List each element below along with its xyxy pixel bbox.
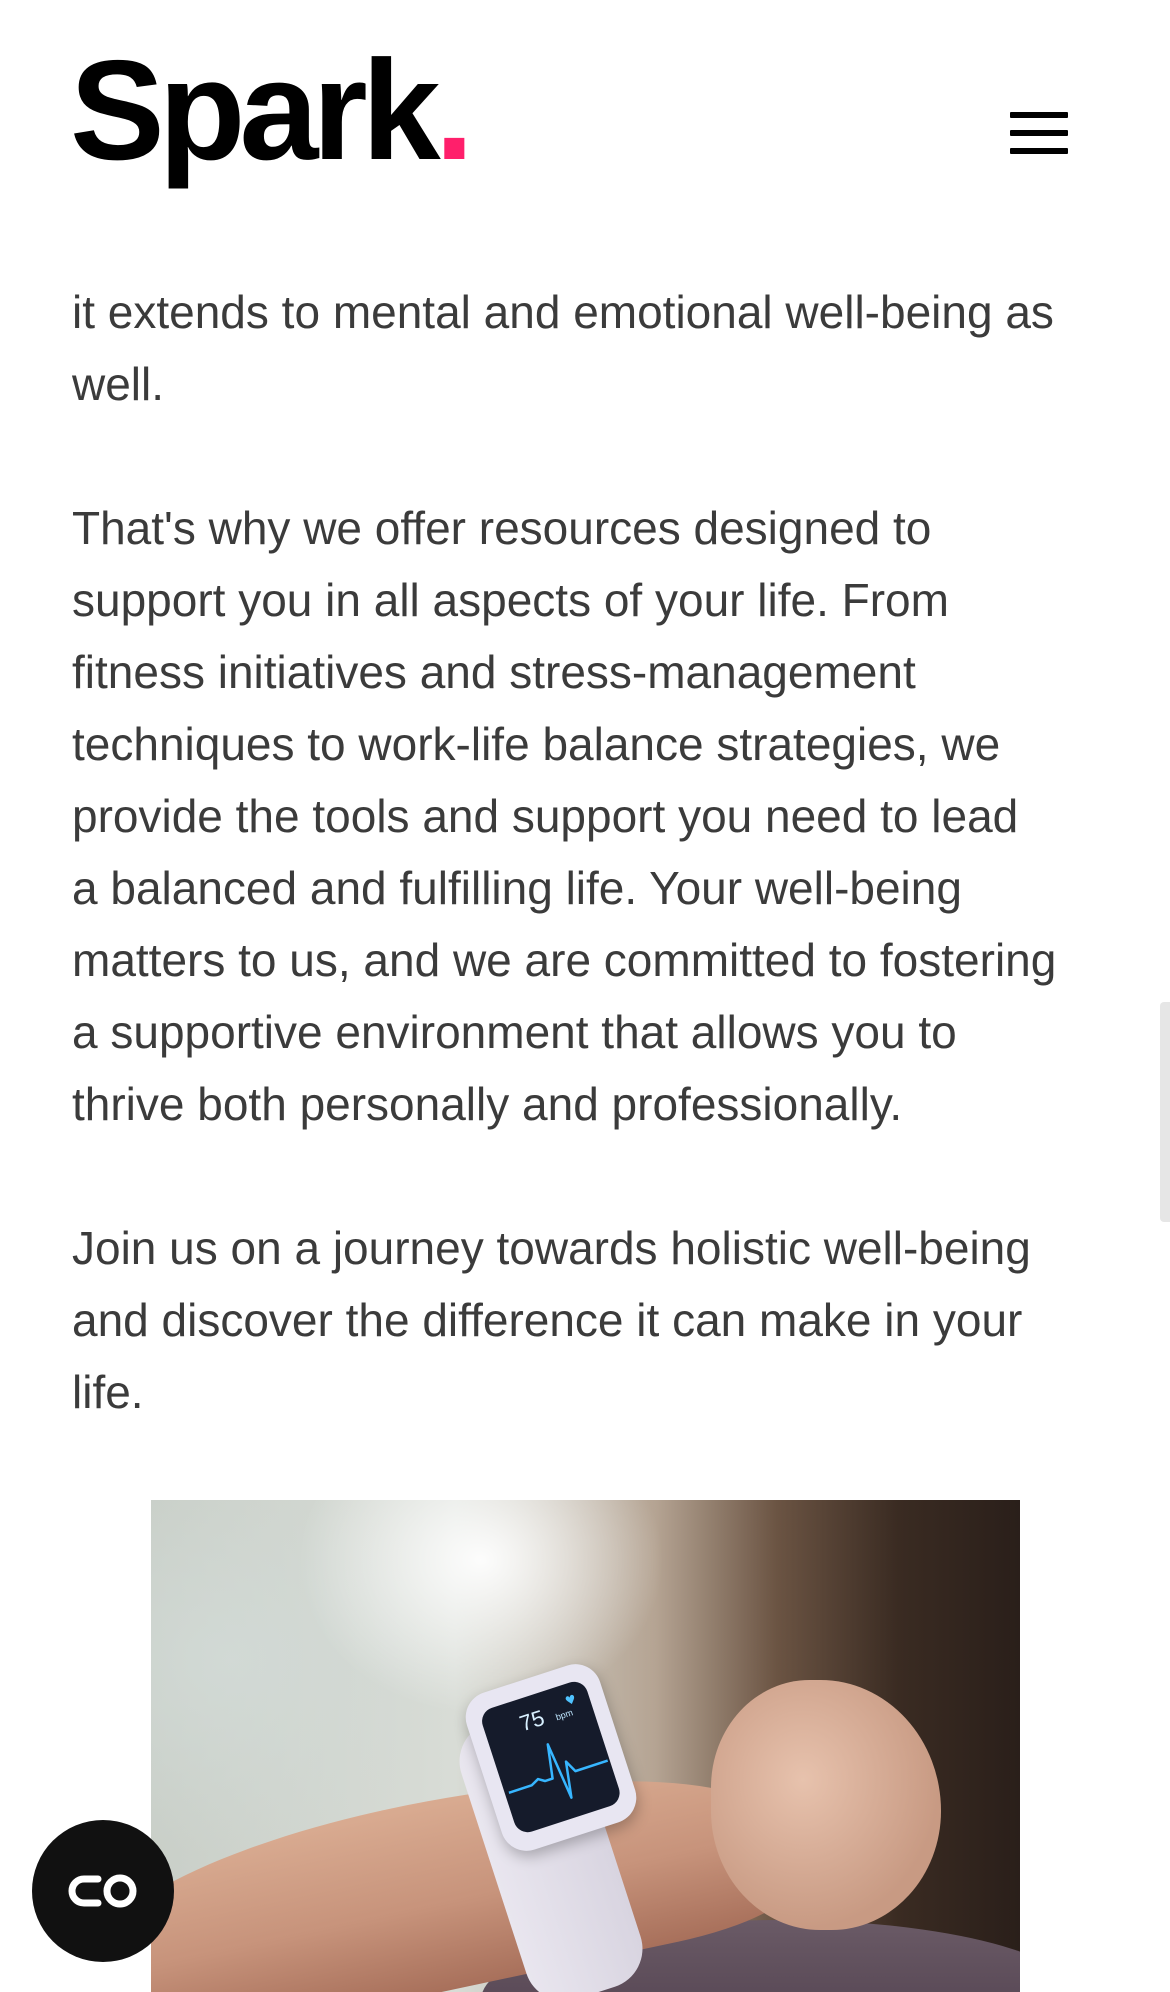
paragraph-line: fitness initiatives and stress-managemen… [72, 646, 916, 698]
paragraph-line: a supportive environment that allows you… [72, 1006, 957, 1058]
watch-bpm-unit: bpm [554, 1707, 575, 1723]
paragraph-line: support you in all aspects of your life.… [72, 574, 949, 626]
photo-hand-shape [711, 1680, 941, 1930]
spark-logo[interactable]: Spark. [70, 40, 474, 182]
accessibility-toggle-icon [68, 1874, 137, 1908]
paragraph-line: Join us on a journey towards holistic we… [72, 1222, 1031, 1274]
hamburger-menu-icon[interactable] [1010, 112, 1068, 154]
paragraph-line: it extends to mental and emotional well-… [72, 286, 1054, 338]
site-header: Spark. [0, 0, 1170, 230]
smartwatch-photo: 75 bpm ♥ [151, 1500, 1020, 1992]
paragraph-mental-wellbeing: it extends to mental and emotional well-… [72, 276, 1054, 420]
accessibility-toggle-button[interactable] [32, 1820, 174, 1962]
paragraph-line: thrive both personally and professionall… [72, 1078, 903, 1130]
paragraph-line: matters to us, and we are committed to f… [72, 934, 1057, 986]
paragraph-join-us: Join us on a journey towards holistic we… [72, 1212, 1031, 1428]
watch-screen: 75 bpm ♥ [478, 1678, 624, 1836]
paragraph-line: techniques to work-life balance strategi… [72, 718, 1001, 770]
heartbeat-line-icon [508, 1743, 609, 1799]
logo-dot: . [434, 31, 475, 190]
scrollbar-thumb[interactable] [1160, 1002, 1170, 1222]
menu-bar-top [1010, 112, 1068, 118]
paragraph-resources: That's why we offer resources designed t… [72, 492, 1056, 1140]
watch-bpm-value: 75 [516, 1704, 548, 1737]
paragraph-line: and discover the difference it can make … [72, 1294, 1023, 1346]
paragraph-line: life. [72, 1366, 144, 1418]
menu-bar-bottom [1010, 148, 1068, 154]
menu-bar-middle [1010, 130, 1068, 136]
logo-text: Spark [70, 31, 441, 190]
paragraph-line: provide the tools and support you need t… [72, 790, 1019, 842]
paragraph-line: a balanced and fulfilling life. Your wel… [72, 862, 962, 914]
page: Spark. it extends to mental and emotiona… [0, 0, 1170, 1992]
paragraph-line: well. [72, 358, 165, 410]
heart-icon: ♥ [563, 1691, 578, 1709]
paragraph-line: That's why we offer resources designed t… [72, 502, 932, 554]
